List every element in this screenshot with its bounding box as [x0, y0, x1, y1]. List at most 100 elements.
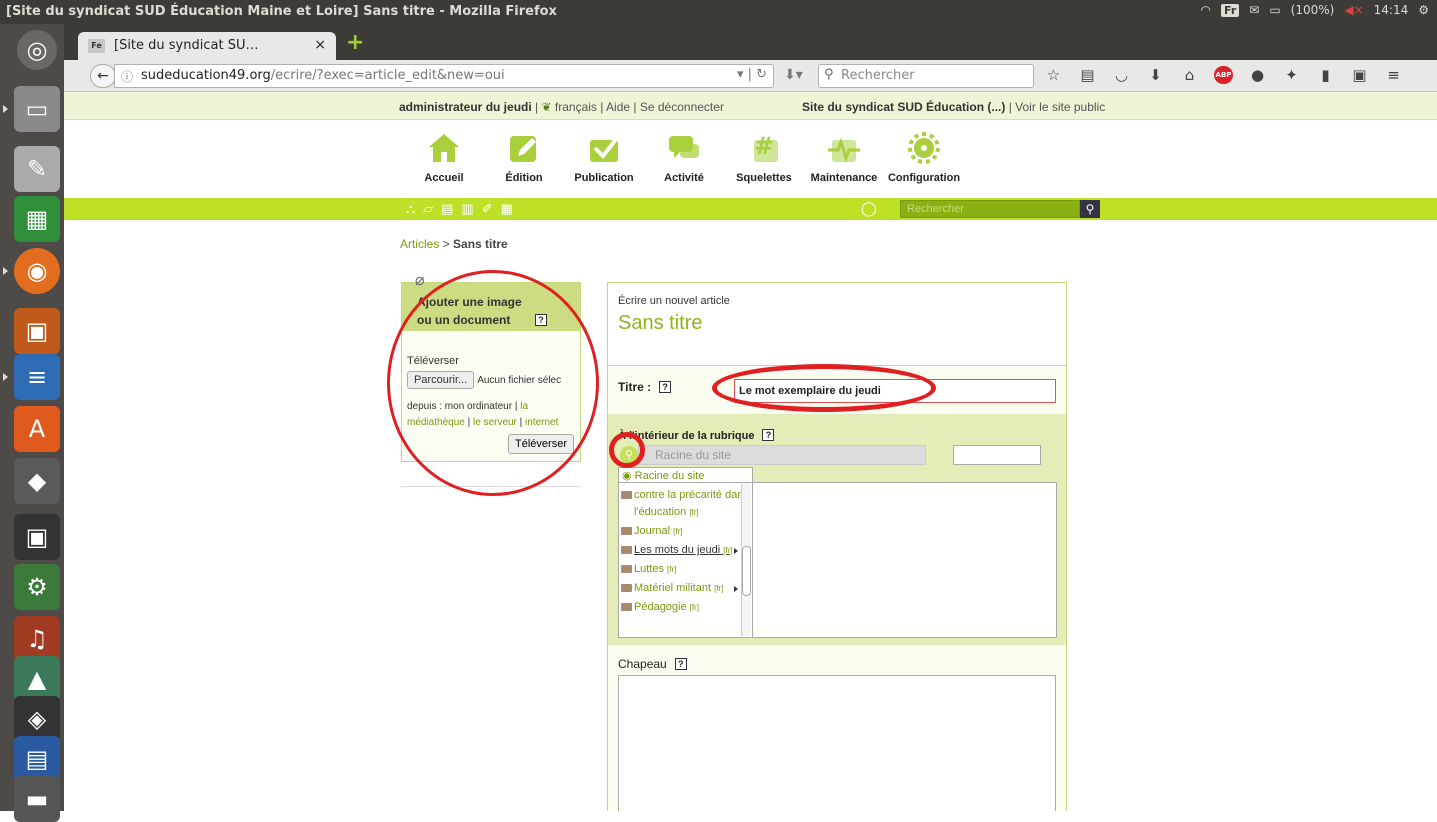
link-icon[interactable]: ✐ [482, 201, 493, 217]
list-scrollbar[interactable] [741, 484, 751, 636]
nav-accueil[interactable]: Accueil [404, 130, 484, 184]
power-gear-icon[interactable]: ⚙ [1418, 3, 1429, 17]
software-center-icon[interactable]: A [14, 406, 60, 452]
chat-bubble-icon[interactable]: ● [1248, 66, 1267, 84]
mail-icon[interactable]: ✉ [1249, 3, 1259, 17]
page-title: Sans titre [618, 312, 703, 334]
url-path: /ecrire/?exec=article_edit&new=oui [270, 68, 505, 83]
back-arrow-icon[interactable]: ← [90, 64, 116, 88]
internet-link[interactable]: internet [525, 417, 558, 428]
scrollbar-thumb[interactable] [742, 546, 751, 596]
pocket-icon[interactable]: ◡ [1112, 66, 1131, 84]
help-icon[interactable]: ? [762, 429, 775, 441]
battery-level: (100%) [1290, 3, 1335, 17]
help-icon[interactable]: ? [674, 658, 687, 670]
help-icon[interactable]: ? [659, 381, 672, 393]
writer-icon[interactable]: ≡ [3, 354, 60, 400]
nav-label: Maintenance [810, 172, 878, 184]
list-item[interactable]: Pédagogie [fr] [619, 599, 752, 616]
browse-button[interactable]: Parcourir... [407, 371, 475, 389]
help-icon[interactable]: ? [535, 314, 547, 326]
nav-squelettes[interactable]: # Squelettes [724, 130, 804, 184]
close-tab-icon[interactable]: × [314, 37, 326, 53]
admin-user-link[interactable]: administrateur du jeudi [399, 100, 532, 114]
search-icon: ⚲ [824, 67, 834, 82]
new-tab-plus-icon[interactable]: + [346, 32, 364, 54]
battery-icon[interactable]: ▭ [1269, 3, 1280, 17]
reading-list-icon[interactable]: ▤ [1078, 66, 1097, 84]
bookmark-star-icon[interactable]: ☆ [1044, 66, 1063, 84]
list-item-active[interactable]: Les mots du jeudi [fr] [619, 542, 752, 559]
app-launcher-icon[interactable]: ◆ [14, 458, 60, 504]
author-icon[interactable]: ▦ [501, 201, 513, 217]
browser-search-placeholder: Rechercher [841, 68, 915, 83]
nav-configuration[interactable]: Configuration [884, 130, 964, 184]
list-item[interactable]: Journal [fr] [619, 523, 752, 540]
public-site-link[interactable]: Voir le site public [1015, 100, 1105, 114]
trash-icon[interactable]: ▬ [14, 776, 60, 822]
folder-icon[interactable]: ▱ [423, 201, 433, 217]
settings-icon[interactable]: ⚙ [14, 564, 60, 610]
nav-edition[interactable]: Édition [484, 130, 564, 184]
spreadsheet-icon[interactable]: ▦ [14, 196, 60, 242]
server-link[interactable]: le serveur [473, 417, 517, 428]
url-host: sudeducation49.org [141, 68, 271, 83]
help-link[interactable]: Aide [606, 100, 630, 114]
clipboard-icon[interactable]: ▮ [1316, 66, 1335, 84]
nav-publication[interactable]: Publication [564, 130, 644, 184]
upload-submit-button[interactable]: Téléverser [508, 434, 574, 454]
title-input[interactable]: Le mot exemplaire du jeudi [734, 379, 1056, 403]
logout-link[interactable]: Se déconnecter [640, 100, 724, 114]
new-brief-icon[interactable]: ▥ [461, 201, 473, 217]
quick-search-input[interactable]: Rechercher [900, 200, 1080, 218]
list-item[interactable]: Matériel militant [fr] [619, 580, 752, 597]
files-icon[interactable]: ▭ [3, 86, 60, 132]
browser-search-box[interactable]: ⚲ Rechercher [818, 64, 1034, 88]
adblock-icon[interactable]: ABP [1214, 66, 1233, 84]
language-link[interactable]: français [555, 100, 597, 114]
forum-bubble-icon[interactable]: ◯ [861, 200, 877, 217]
tv-icon[interactable]: ▣ [14, 514, 60, 560]
url-dropdown-reload[interactable]: ▾ | ↻ [737, 67, 767, 82]
screenshot-icon[interactable]: ▣ [1350, 66, 1369, 84]
text-editor-icon[interactable]: ✎ [14, 146, 60, 192]
rubrique-label: À l'intérieur de la rubrique? [618, 429, 775, 442]
wifi-icon[interactable]: ◠ [1201, 3, 1211, 17]
submenu-arrow-icon[interactable] [734, 586, 738, 592]
new-article-icon[interactable]: ▤ [441, 201, 453, 217]
sitemap-icon[interactable]: ⛬ [406, 201, 415, 217]
puzzle-icon[interactable]: ✦ [1282, 66, 1301, 84]
rubrique-selector[interactable]: Racine du site [638, 445, 926, 465]
dash-home-icon[interactable]: ◎ [17, 30, 57, 70]
download-arrow-icon[interactable]: ⬇▾ [784, 67, 803, 83]
volume-muted-icon[interactable]: ◀× [1344, 3, 1363, 17]
site-name-link[interactable]: Site du syndicat SUD Éducation (...) [802, 100, 1005, 114]
url-bar[interactable]: ⓘ sudeducation49.org/ecrire/?exec=articl… [114, 64, 774, 88]
main-navigation: Accueil Édition Publication Activité # S… [404, 130, 964, 184]
breadcrumb-articles-link[interactable]: Articles [400, 237, 439, 251]
rubrique-root-option[interactable]: ◉ Racine du site [618, 467, 753, 483]
upload-label: Téléverser [407, 355, 459, 367]
document-upload-header: Ajouter une image ou un document? [402, 283, 580, 331]
menu-icon[interactable]: ≡ [1384, 66, 1403, 84]
site-info-icon[interactable]: ⓘ [121, 68, 133, 85]
nav-maintenance[interactable]: Maintenance [804, 130, 884, 184]
firefox-icon[interactable]: ◉ [3, 248, 60, 294]
chapeau-label-text: Chapeau [618, 657, 667, 671]
nav-label: Édition [505, 172, 543, 184]
quick-search-button[interactable]: ⚲ [1080, 200, 1100, 218]
home-icon[interactable]: ⌂ [1180, 66, 1199, 84]
active-tab[interactable]: Fe [Site du syndicat SU… × [78, 32, 336, 60]
list-item[interactable]: Luttes [fr] [619, 561, 752, 578]
presentation-icon[interactable]: ▣ [14, 308, 60, 354]
chapeau-textarea[interactable] [618, 675, 1056, 811]
submenu-arrow-icon[interactable] [734, 548, 738, 554]
keyboard-layout-indicator[interactable]: Fr [1221, 3, 1240, 17]
rubrique-search-icon[interactable]: ⚲ [620, 446, 638, 464]
downloads-icon[interactable]: ⬇ [1146, 66, 1165, 84]
clock[interactable]: 14:14 [1374, 3, 1409, 17]
rubrique-id-input[interactable] [953, 445, 1041, 465]
divider [401, 486, 581, 487]
nav-activite[interactable]: Activité [644, 130, 724, 184]
list-item[interactable]: contre la précarité dans l'éducation [fr… [619, 487, 752, 521]
